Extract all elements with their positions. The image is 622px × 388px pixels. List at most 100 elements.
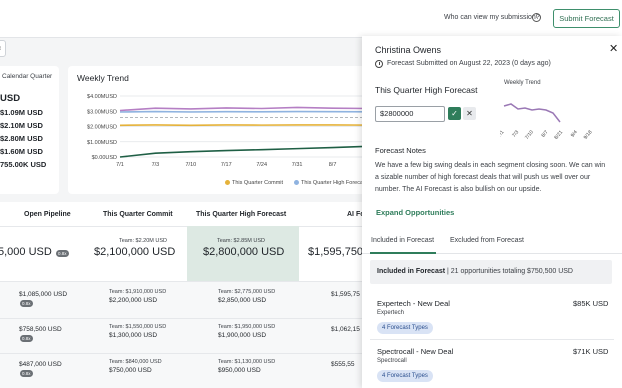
tab-included[interactable]: Included in Forecast	[371, 237, 434, 244]
opportunity-amount: $85K USD	[573, 299, 609, 308]
col-open-pipeline[interactable]: Open Pipeline	[24, 211, 71, 218]
collapse-button[interactable]: ‹	[0, 40, 6, 57]
pipeline-badge: 0.8x	[20, 370, 33, 377]
sparkline-x-label: 7/10	[524, 129, 535, 140]
cell-commit-team: Team: $1,910,000 USD	[109, 289, 167, 295]
opportunity-account: Spectrocall	[377, 358, 407, 364]
calendar-row: $1.09M USD	[0, 108, 43, 117]
sparkline-x-label: 7/3	[511, 129, 520, 138]
x-tick-label: 7/17	[221, 162, 232, 168]
cell-ai: $1,062,15	[331, 326, 360, 333]
col-high-forecast[interactable]: This Quarter High Forecast	[196, 211, 286, 218]
cell-ai: $555,55	[331, 361, 355, 368]
cell-commit: $2,200,000 USD	[109, 297, 158, 304]
calendar-quarter-label: Calendar Quarter	[2, 73, 53, 80]
forecast-table: Open Pipeline This Quarter Commit This Q…	[0, 202, 365, 388]
pipeline-badge: 0.8x	[20, 300, 33, 307]
rep-name: Christina Owens	[375, 45, 442, 55]
forecast-types-tag[interactable]: 4 Forecast Types	[377, 322, 433, 334]
weekly-trend-chart: $0.00USD $1.00MUSD $2.00MUSD $3.00MUSD $4.00…	[87, 94, 368, 168]
forecast-detail-panel: ✕ Christina Owens Forecast Submitted on …	[362, 36, 622, 388]
cell-commit: $1,300,000 USD	[109, 332, 158, 339]
x-tick-label: 8/7	[329, 162, 337, 168]
submitted-date: Forecast Submitted on August 22, 2023 (0…	[387, 60, 551, 67]
sparkline-x-label: 7/1	[500, 129, 506, 138]
series-line-2	[119, 106, 368, 112]
y-tick-label: $0.00USD	[92, 155, 117, 161]
included-summary: Included in Forecast | 21 opportunities …	[370, 260, 612, 284]
high-forecast-label: This Quarter High Forecast	[375, 85, 478, 95]
opportunity-name[interactable]: Spectrocall - New Deal	[377, 347, 453, 356]
pipeline-badge: 0.8x	[56, 250, 69, 257]
summary-commit-team: Team: $2.20M USD	[119, 238, 167, 244]
cell-high-team: Team: $1,130,000 USD	[218, 359, 276, 365]
y-tick-label: $4.00MUSD	[87, 94, 117, 100]
who-can-view-link[interactable]: Who can view my submission?	[444, 14, 540, 21]
legend-dot-icon	[225, 180, 230, 185]
calendar-total: USD	[0, 93, 21, 104]
divider	[0, 226, 362, 227]
forecast-notes: We have a few big swing deals in each se…	[375, 162, 606, 193]
cell-high-team: Team: $2,775,000 USD	[218, 289, 276, 295]
cell-ai: $1,595,75	[331, 291, 360, 298]
calendar-row: $1.60M USD	[0, 147, 43, 156]
sparkline-x-label: 8/7	[540, 129, 549, 138]
sparkline-x-label: 9/4	[570, 129, 579, 138]
cell-commit-team: Team: $1,550,000 USD	[109, 324, 167, 330]
weekly-trend-card: Weekly Trend $0.00USD $1.00MUSD $2.00MUSD $…	[68, 66, 368, 194]
legend-commit: This Quarter Commit	[225, 180, 283, 186]
opportunity-name[interactable]: Expertech - New Deal	[377, 299, 450, 308]
table-row[interactable]	[0, 354, 362, 388]
x-tick-label: 7/3	[152, 162, 160, 168]
cell-commit: $750,000 USD	[109, 367, 152, 374]
high-forecast-input[interactable]: $2800000	[375, 106, 445, 122]
summary-pipeline: 5,000 USD	[0, 246, 52, 258]
top-bar: Who can view my submission? i Submit For…	[0, 0, 622, 38]
cell-high-team: Team: $1,950,000 USD	[218, 324, 276, 330]
x-tick-label: 7/31	[292, 162, 303, 168]
x-tick-label: 7/1	[116, 162, 124, 168]
series-line-3	[119, 145, 368, 158]
cell-high: $1,900,000 USD	[218, 332, 267, 339]
clock-icon	[375, 60, 383, 68]
sparkline-x-label: 8/21	[553, 129, 564, 140]
sparkline-title: Weekly Trend	[504, 80, 541, 86]
summary-commit: $2,100,000 USD	[94, 246, 176, 258]
y-tick-label: $2.00MUSD	[87, 125, 117, 131]
active-tab-indicator	[370, 252, 436, 254]
cancel-button[interactable]: ✕	[463, 107, 476, 120]
table-row[interactable]	[0, 319, 362, 353]
cell-commit-team: Team: $840,000 USD	[109, 359, 162, 365]
divider	[370, 339, 614, 340]
submit-forecast-button[interactable]: Submit Forecast	[553, 9, 620, 28]
sparkline-series	[503, 103, 561, 123]
info-icon[interactable]: i	[532, 13, 541, 22]
expand-opportunities-link[interactable]: Expand Opportunities	[376, 208, 454, 217]
col-commit[interactable]: This Quarter Commit	[103, 211, 173, 218]
opportunity-account: Expertech	[377, 310, 405, 316]
y-tick-label: $1.00MUSD	[87, 140, 117, 146]
cell-pipeline: $758,500 USD	[19, 326, 62, 333]
forecast-notes-label: Forecast Notes	[375, 146, 426, 155]
legend-high-forecast: This Quarter High Forecast	[294, 180, 367, 186]
summary-high: $2,800,000 USD	[203, 246, 285, 258]
opportunity-amount: $71K USD	[573, 347, 609, 356]
legend-dot-icon	[294, 180, 299, 185]
confirm-button[interactable]: ✓	[448, 107, 461, 120]
calendar-row: 755.00K USD	[0, 160, 47, 169]
y-tick-label: $3.00MUSD	[87, 109, 117, 115]
weekly-trend-sparkline: 7/1 7/3 7/10 8/7 8/21 9/4 9/18	[500, 103, 594, 141]
sparkline-x-label: 9/18	[583, 129, 594, 140]
summary-ai: $1,595,750	[308, 246, 364, 258]
cell-pipeline: $1,085,000 USD	[19, 291, 68, 298]
close-icon[interactable]: ✕	[609, 42, 618, 55]
cell-high: $2,850,000 USD	[218, 297, 267, 304]
calendar-row: $2.10M USD	[0, 121, 43, 130]
calendar-quarter-card: Calendar Quarter USD $1.09M USD $2.10M U…	[0, 66, 59, 194]
cell-pipeline: $487,000 USD	[19, 361, 62, 368]
calendar-row: $2.80M USD	[0, 134, 43, 143]
forecast-types-tag[interactable]: 4 Forecast Types	[377, 370, 433, 382]
tab-excluded[interactable]: Excluded from Forecast	[450, 237, 524, 244]
summary-high-team: Team: $2.85M USD	[217, 238, 265, 244]
table-row[interactable]	[0, 282, 362, 318]
